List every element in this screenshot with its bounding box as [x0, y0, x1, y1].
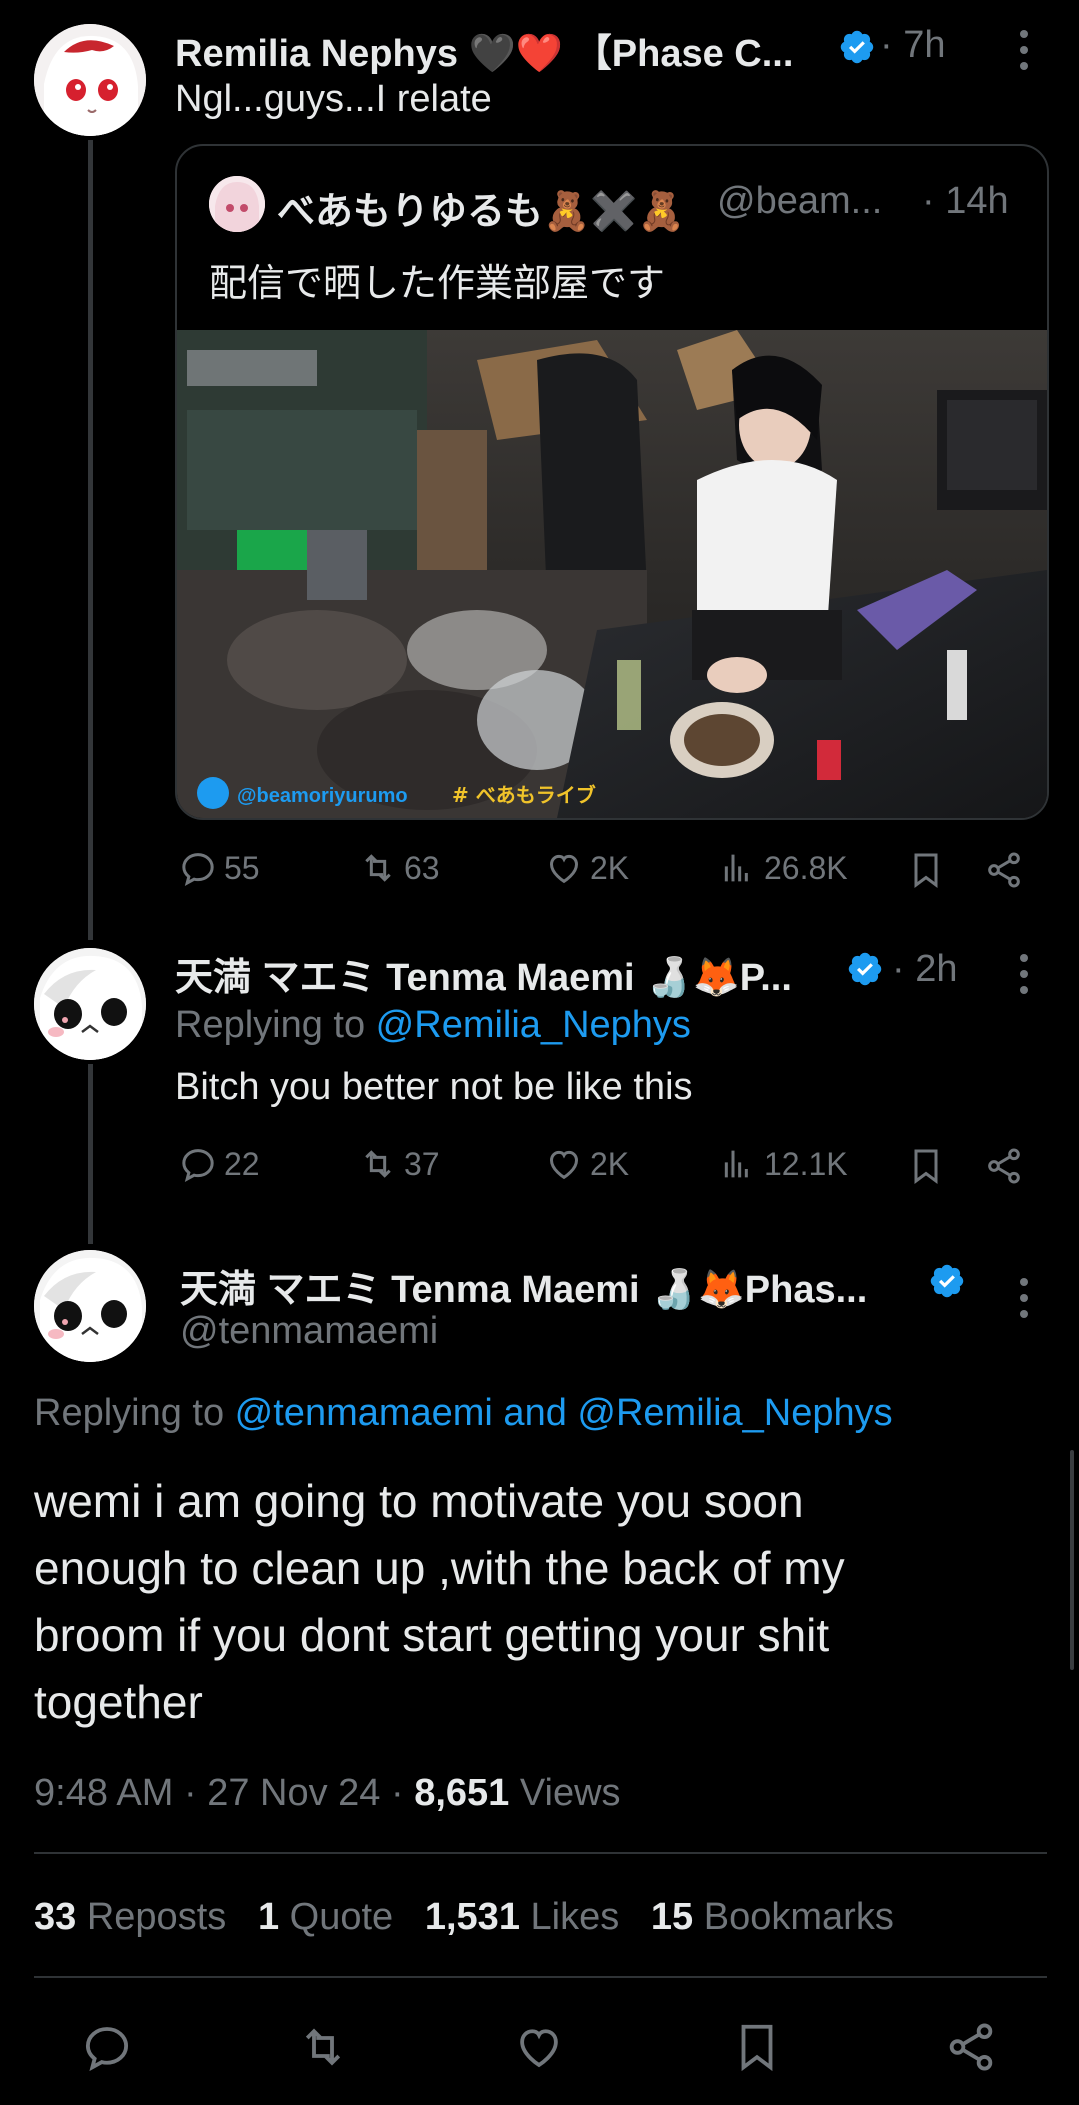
more-icon[interactable] [1020, 1278, 1030, 1326]
tweet-text: Bitch you better not be like this [175, 1066, 693, 1108]
tweet-time: · 2h [892, 948, 958, 990]
quoted-author-name: べあもりゆるも🧸✖️🧸 [277, 191, 685, 233]
repost-button[interactable]: 37 [358, 1144, 440, 1184]
quoted-tweet[interactable]: べあもりゆるも🧸✖️🧸 @beam... · 14h 配信で晒した作業部屋です [175, 144, 1049, 820]
views-count: 8,651 [414, 1772, 510, 1814]
like-icon[interactable] [512, 2020, 566, 2074]
repost-count: 63 [404, 849, 440, 886]
share-icon[interactable] [944, 2020, 998, 2074]
author-handle[interactable]: @tenmamaemi [180, 1310, 438, 1353]
repost-count: 37 [404, 1145, 440, 1182]
author-name[interactable]: 天満 マエミ Tenma Maemi 🍶🦊Phas... [180, 1258, 867, 1313]
bookmarks-count: 15 [650, 1896, 694, 1938]
replying-to: Replying to @tenmamaemi and @Remilia_Nep… [34, 1392, 893, 1435]
verified-icon [840, 30, 874, 64]
watermark-handle: @beamoriyurumo [237, 785, 408, 807]
repost-icon [365, 854, 391, 882]
tweet-date[interactable]: 27 Nov 24 [207, 1772, 380, 1814]
author-emoji: 🖤❤️ [468, 33, 564, 75]
tweet-meta: 9:48 AM · 27 Nov 24 · 8,651 Views [34, 1772, 621, 1814]
room-photo: @beamoriyurumo # べあもライブ [177, 330, 1047, 818]
bookmark-icon[interactable] [906, 1146, 946, 1186]
reply-count: 22 [224, 1145, 260, 1182]
reply-icon [182, 1149, 214, 1182]
avatar[interactable] [34, 1250, 146, 1362]
quotes-count: 1 [257, 1896, 280, 1938]
views-count: 12.1K [764, 1145, 848, 1182]
verified-icon [930, 1264, 964, 1298]
share-icon[interactable] [984, 850, 1024, 890]
reposts-label: Reposts [86, 1896, 227, 1938]
quoted-avatar [209, 176, 265, 232]
more-icon[interactable] [1020, 954, 1030, 1002]
like-button[interactable]: 2K [544, 848, 629, 888]
repost-button[interactable]: 63 [358, 848, 440, 888]
views-icon [724, 1150, 748, 1178]
like-count: 2K [590, 849, 630, 886]
reply-icon [182, 853, 214, 886]
thread-line [88, 1064, 93, 1244]
reply-button[interactable]: 55 [178, 848, 260, 888]
views-icon [724, 854, 748, 882]
like-icon [549, 1150, 579, 1180]
tweet-text: Ngl...guys...I relate [175, 78, 492, 120]
main-tweet-text: wemi i am going to motivate you soon eno… [34, 1468, 1044, 1736]
replying-prefix: Replying to [175, 1004, 376, 1046]
reply-button[interactable]: 22 [178, 1144, 260, 1184]
reply-count: 55 [224, 849, 260, 886]
quoted-time: · 14h [922, 180, 1009, 222]
reposts-count: 33 [34, 1896, 77, 1938]
replying-to: Replying to @Remilia_Nephys [175, 1004, 691, 1047]
avatar[interactable] [34, 948, 146, 1060]
replying-prefix: Replying to [34, 1392, 235, 1434]
views-button[interactable]: 26.8K [718, 848, 848, 888]
avatar[interactable] [34, 24, 146, 136]
author-name-suffix: 【Phase C... [573, 33, 794, 75]
tweet-text-line: broom if you dont start getting your shi… [34, 1609, 830, 1661]
views-label: Views [519, 1772, 621, 1814]
like-icon [549, 854, 579, 884]
quoted-photo[interactable]: @beamoriyurumo # べあもライブ [177, 330, 1047, 818]
tweet-timestamp[interactable]: 9:48 AM [34, 1772, 173, 1814]
author-name[interactable]: 天満 マエミ Tenma Maemi 🍶🦊P... [175, 946, 792, 1001]
watermark-tag: # べあもライブ [452, 783, 596, 807]
scrollbar[interactable] [1070, 1450, 1074, 1670]
tweet-text-line: together [34, 1676, 203, 1728]
repost-icon [365, 1150, 391, 1178]
quoted-text: 配信で晒した作業部屋です [209, 263, 666, 305]
views-button[interactable]: 12.1K [718, 1144, 848, 1184]
bookmarks-label: Bookmarks [703, 1896, 894, 1938]
divider [34, 1976, 1047, 1978]
views-count: 26.8K [764, 849, 848, 886]
tweet-text-line: wemi i am going to motivate you soon [34, 1475, 804, 1527]
replying-to-link[interactable]: @Remilia_Nephys [376, 1004, 691, 1046]
author-name-text: Remilia Nephys [175, 33, 458, 75]
repost-icon[interactable] [296, 2020, 350, 2074]
quoted-handle: @beam... [717, 180, 883, 222]
tweet-time: · 7h [880, 24, 946, 66]
more-icon[interactable] [1020, 30, 1030, 78]
tweet-text-line: enough to clean up ,with the back of my [34, 1542, 845, 1594]
reply-icon[interactable] [80, 2020, 134, 2074]
like-count: 2K [590, 1145, 630, 1182]
bookmark-icon[interactable] [906, 850, 946, 890]
bookmarks-stat[interactable]: 15 Bookmarks [651, 1896, 894, 1938]
like-button[interactable]: 2K [544, 1144, 629, 1184]
thread-line [88, 140, 93, 940]
bookmark-icon[interactable] [730, 2020, 784, 2074]
likes-stat[interactable]: 1,531 Likes [425, 1896, 619, 1938]
author-name[interactable]: Remilia Nephys 🖤❤️ 【Phase C... [175, 22, 793, 77]
reposts-stat[interactable]: 33 Reposts [34, 1896, 226, 1938]
likes-label: Likes [530, 1896, 620, 1938]
verified-icon [848, 952, 882, 986]
replying-to-link[interactable]: @tenmamaemi and @Remilia_Nephys [235, 1392, 893, 1434]
quotes-stat[interactable]: 1 Quote [258, 1896, 393, 1938]
divider [34, 1852, 1047, 1854]
likes-count: 1,531 [424, 1896, 520, 1938]
quotes-label: Quote [289, 1896, 394, 1938]
engagement-stats: 33 Reposts 1 Quote 1,531 Likes 15 Bookma… [34, 1896, 894, 1939]
share-icon[interactable] [984, 1146, 1024, 1186]
